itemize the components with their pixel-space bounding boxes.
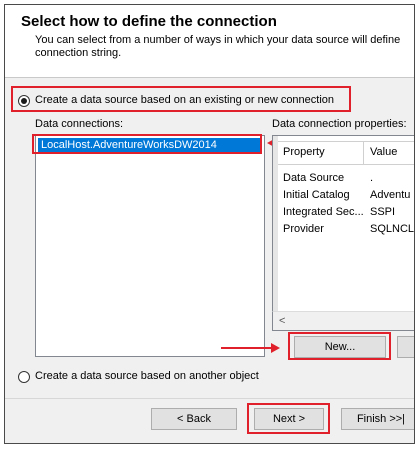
annotation-arrow-head (271, 343, 280, 353)
edit-connection-button[interactable] (397, 336, 414, 358)
properties-grid[interactable]: Property Value Data Source . Initial Cat… (272, 135, 415, 331)
data-connections-list[interactable]: LocalHost.AdventureWorksDW2014 (35, 135, 265, 357)
column-separator (363, 142, 364, 164)
column-header-property[interactable]: Property (283, 146, 325, 158)
page-title: Select how to define the connection (21, 13, 277, 30)
grid-header-row: Property Value (278, 141, 414, 165)
wizard-page: Select how to define the connection You … (4, 4, 415, 444)
grid-row-header-bar (273, 136, 278, 330)
radio-another-object[interactable] (18, 371, 30, 383)
highlight-next-button (247, 403, 330, 434)
property-name-cell: Integrated Sec... (283, 206, 364, 218)
finish-button[interactable]: Finish >>| (341, 408, 414, 430)
properties-horizontal-scrollbar[interactable]: < (272, 311, 414, 331)
property-value-cell: SSPI (370, 206, 396, 218)
wizard-header: Select how to define the connection You … (5, 5, 414, 78)
property-name-cell: Initial Catalog (283, 189, 350, 201)
column-header-value[interactable]: Value (370, 146, 397, 158)
property-value-cell: . (370, 172, 374, 184)
property-value-cell: SQLNCL (370, 223, 415, 235)
data-connection-properties-label: Data connection properties: (272, 118, 407, 130)
radio-another-object-label[interactable]: Create a data source based on another ob… (35, 370, 259, 382)
annotation-arrow-line (221, 347, 271, 349)
page-subtitle: You can select from a number of ways in … (35, 34, 401, 59)
property-value-cell: Adventu (370, 189, 411, 201)
property-name-cell: Data Source (283, 172, 345, 184)
back-button[interactable]: < Back (151, 408, 237, 430)
highlight-new-button (288, 332, 391, 360)
footer-divider (5, 398, 414, 399)
data-connections-label: Data connections: (35, 118, 124, 130)
highlight-existing-option (11, 86, 351, 112)
highlight-connection-item (32, 134, 262, 154)
scroll-left-icon[interactable]: < (279, 315, 285, 327)
property-name-cell: Provider (283, 223, 324, 235)
